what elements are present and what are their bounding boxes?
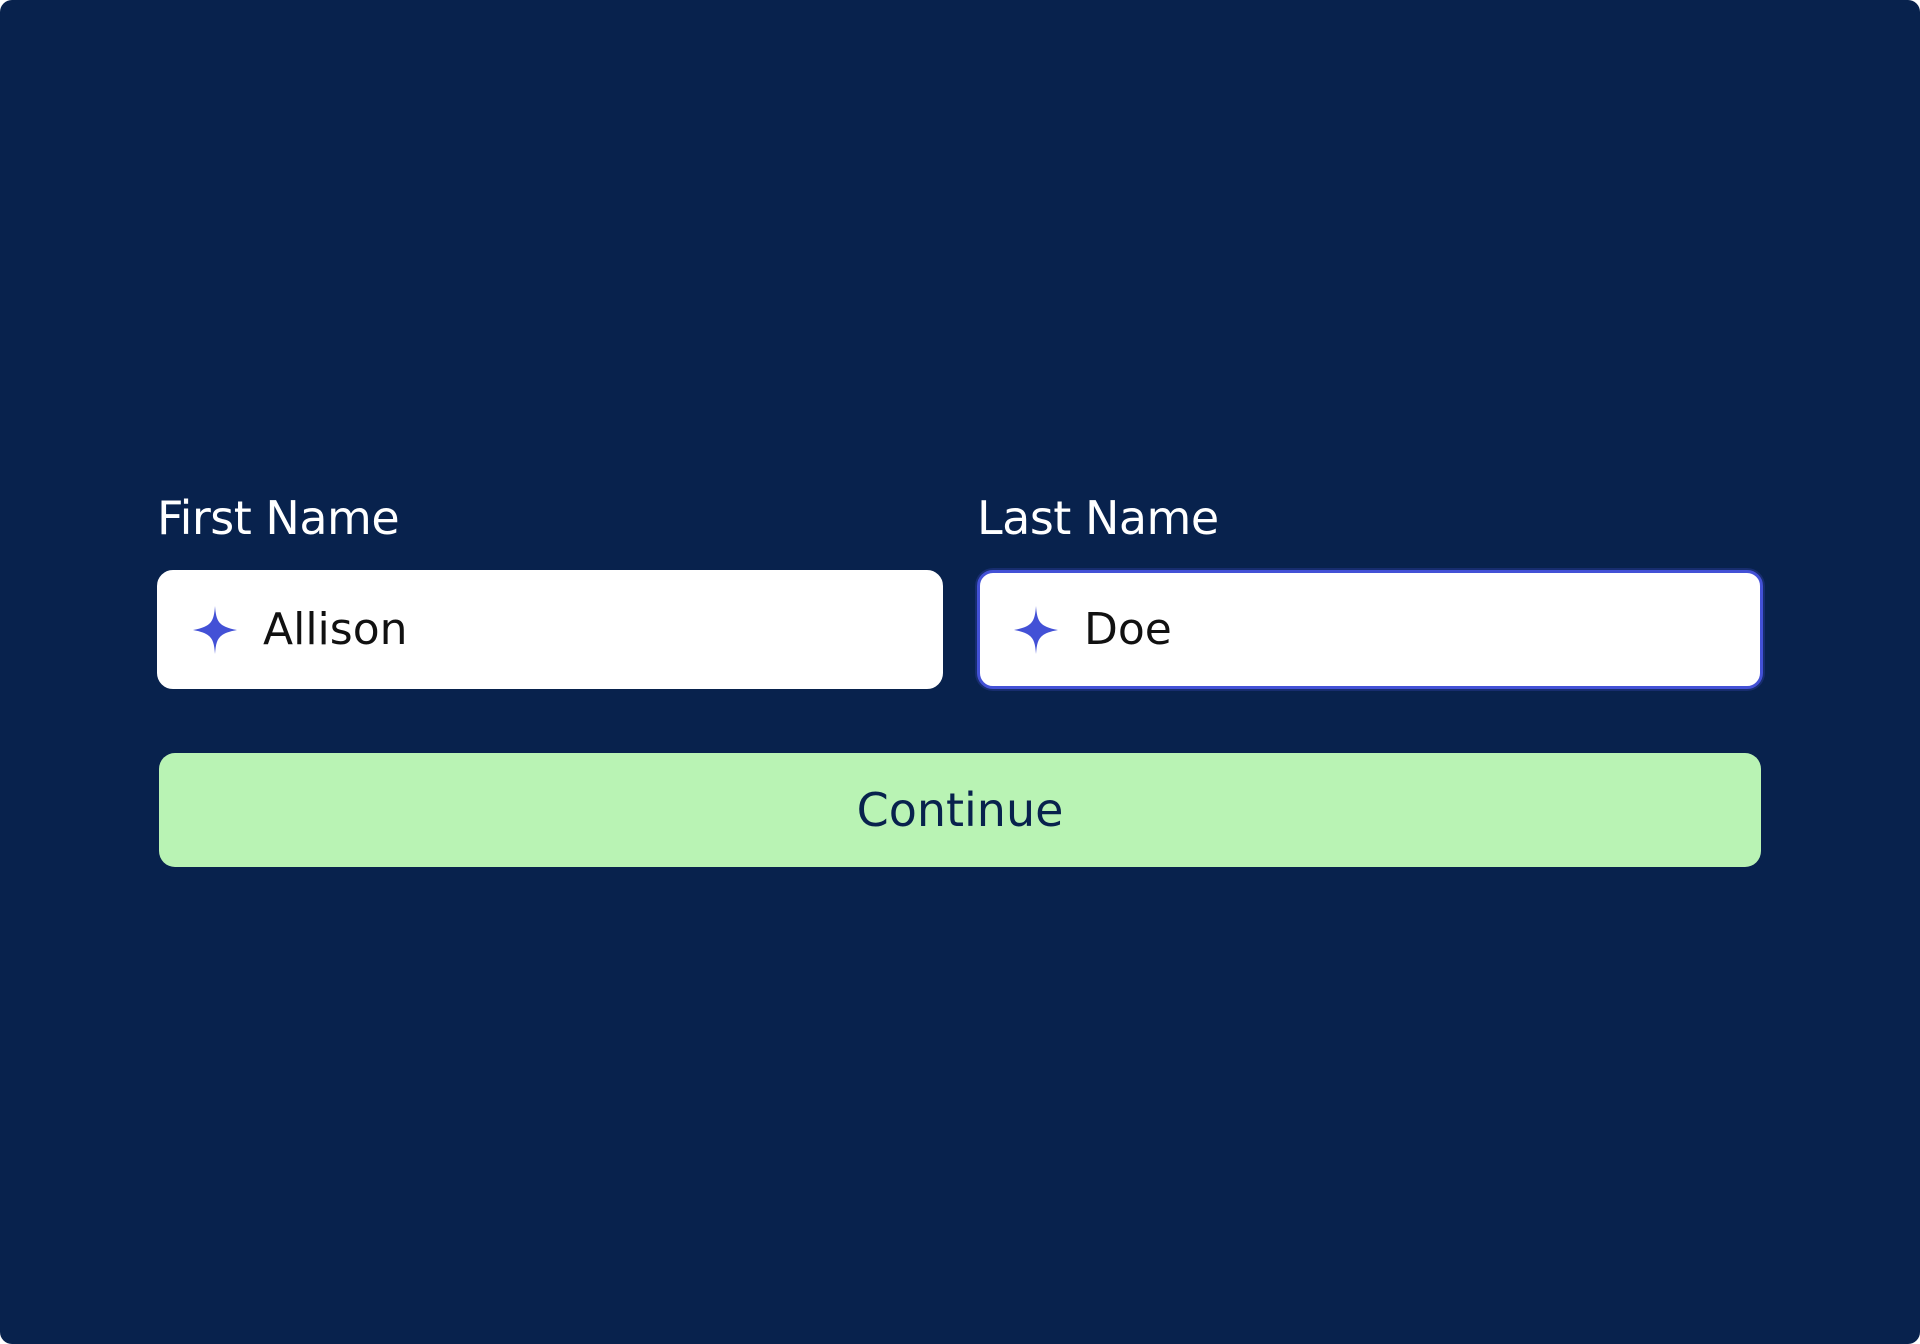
last-name-input-box[interactable] xyxy=(977,570,1763,689)
first-name-input-box[interactable] xyxy=(157,570,943,689)
first-name-field: First Name xyxy=(157,490,943,689)
page-background: First Name Last Name xyxy=(0,0,1920,1344)
name-fields-row: First Name Last Name xyxy=(157,490,1763,689)
continue-button[interactable]: Continue xyxy=(159,753,1761,867)
first-name-label: First Name xyxy=(157,491,400,545)
sparkle-icon xyxy=(1010,604,1062,656)
last-name-input[interactable] xyxy=(1084,604,1704,655)
last-name-field: Last Name xyxy=(977,490,1763,689)
last-name-label: Last Name xyxy=(977,491,1219,545)
first-name-input[interactable] xyxy=(263,604,883,655)
name-form: First Name Last Name xyxy=(157,490,1763,867)
sparkle-icon xyxy=(189,604,241,656)
